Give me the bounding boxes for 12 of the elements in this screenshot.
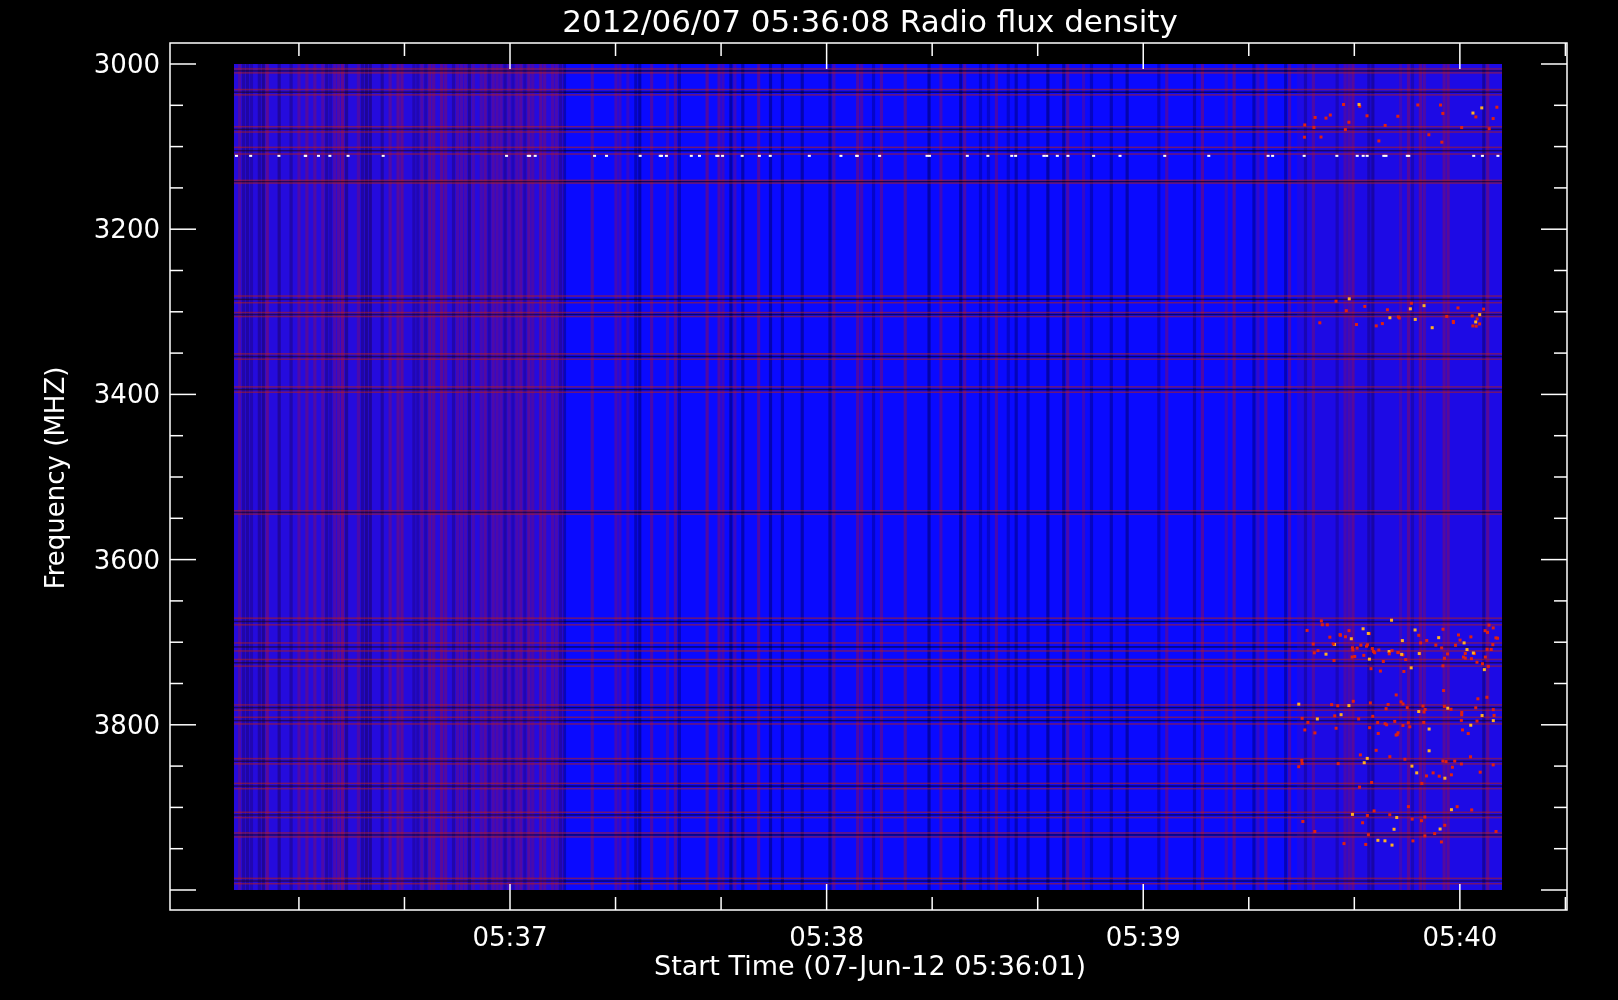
y-tick-label: 3600 bbox=[93, 544, 160, 575]
y-tick-label: 3200 bbox=[93, 214, 160, 245]
y-tick-label: 3000 bbox=[93, 49, 160, 79]
x-tick-label: 05:38 bbox=[789, 922, 865, 952]
x-tick-label: 05:37 bbox=[472, 922, 548, 952]
x-tick-label: 05:39 bbox=[1105, 922, 1181, 952]
y-axis-label: Frequency (MHZ) bbox=[40, 366, 70, 590]
x-tick-label: 05:40 bbox=[1422, 922, 1498, 952]
y-tick-label: 3400 bbox=[93, 379, 160, 410]
y-tick-label: 3800 bbox=[93, 709, 160, 740]
x-axis-label: Start Time (07-Jun-12 05:36:01) bbox=[654, 950, 1086, 981]
plot-title: 2012/06/07 05:36:08 Radio flux density bbox=[562, 3, 1178, 39]
